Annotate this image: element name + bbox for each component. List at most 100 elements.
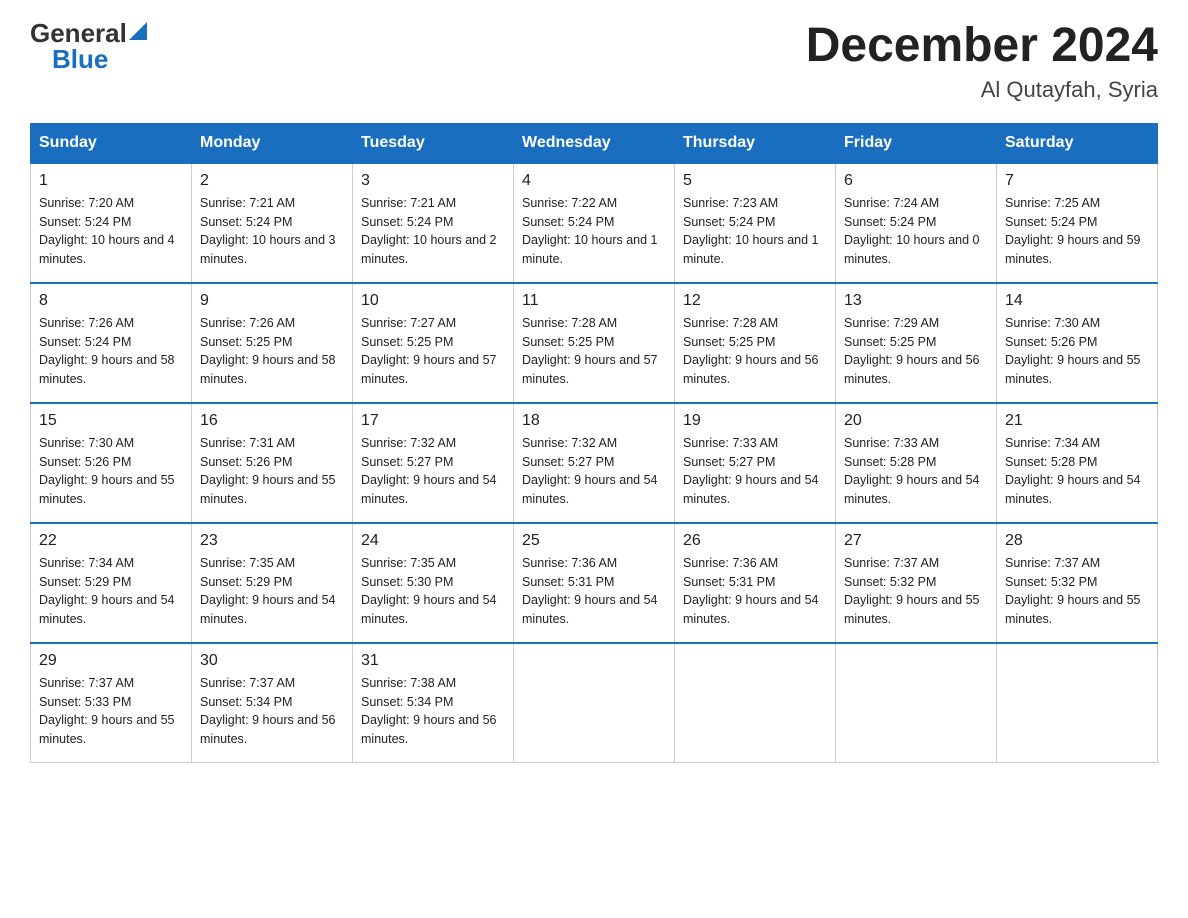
calendar-week-3: 15 Sunrise: 7:30 AM Sunset: 5:26 PM Dayl… (31, 403, 1158, 523)
calendar-cell: 9 Sunrise: 7:26 AM Sunset: 5:25 PM Dayli… (192, 283, 353, 403)
calendar-cell: 26 Sunrise: 7:36 AM Sunset: 5:31 PM Dayl… (675, 523, 836, 643)
day-info: Sunrise: 7:28 AM Sunset: 5:25 PM Dayligh… (683, 314, 827, 389)
day-info: Sunrise: 7:22 AM Sunset: 5:24 PM Dayligh… (522, 194, 666, 269)
calendar-week-1: 1 Sunrise: 7:20 AM Sunset: 5:24 PM Dayli… (31, 163, 1158, 283)
page-header: General Blue December 2024 Al Qutayfah, … (30, 20, 1158, 103)
day-info: Sunrise: 7:36 AM Sunset: 5:31 PM Dayligh… (683, 554, 827, 629)
day-info: Sunrise: 7:34 AM Sunset: 5:28 PM Dayligh… (1005, 434, 1149, 509)
day-number: 29 (39, 652, 183, 670)
calendar-cell: 4 Sunrise: 7:22 AM Sunset: 5:24 PM Dayli… (514, 163, 675, 283)
day-number: 5 (683, 172, 827, 190)
day-number: 22 (39, 532, 183, 550)
calendar-cell: 2 Sunrise: 7:21 AM Sunset: 5:24 PM Dayli… (192, 163, 353, 283)
col-monday: Monday (192, 123, 353, 163)
day-info: Sunrise: 7:23 AM Sunset: 5:24 PM Dayligh… (683, 194, 827, 269)
day-number: 31 (361, 652, 505, 670)
day-number: 7 (1005, 172, 1149, 190)
title-section: December 2024 Al Qutayfah, Syria (806, 20, 1158, 103)
day-info: Sunrise: 7:33 AM Sunset: 5:28 PM Dayligh… (844, 434, 988, 509)
col-saturday: Saturday (997, 123, 1158, 163)
day-number: 28 (1005, 532, 1149, 550)
day-number: 3 (361, 172, 505, 190)
day-number: 19 (683, 412, 827, 430)
calendar-cell (675, 643, 836, 763)
day-number: 9 (200, 292, 344, 310)
day-info: Sunrise: 7:21 AM Sunset: 5:24 PM Dayligh… (200, 194, 344, 269)
logo-triangle-icon (129, 22, 147, 40)
calendar-cell: 5 Sunrise: 7:23 AM Sunset: 5:24 PM Dayli… (675, 163, 836, 283)
day-info: Sunrise: 7:24 AM Sunset: 5:24 PM Dayligh… (844, 194, 988, 269)
day-number: 2 (200, 172, 344, 190)
calendar-cell: 13 Sunrise: 7:29 AM Sunset: 5:25 PM Dayl… (836, 283, 997, 403)
day-number: 18 (522, 412, 666, 430)
calendar-cell: 21 Sunrise: 7:34 AM Sunset: 5:28 PM Dayl… (997, 403, 1158, 523)
day-number: 25 (522, 532, 666, 550)
calendar-cell: 14 Sunrise: 7:30 AM Sunset: 5:26 PM Dayl… (997, 283, 1158, 403)
calendar-cell: 17 Sunrise: 7:32 AM Sunset: 5:27 PM Dayl… (353, 403, 514, 523)
calendar-cell: 12 Sunrise: 7:28 AM Sunset: 5:25 PM Dayl… (675, 283, 836, 403)
day-number: 20 (844, 412, 988, 430)
day-info: Sunrise: 7:32 AM Sunset: 5:27 PM Dayligh… (522, 434, 666, 509)
calendar-cell: 27 Sunrise: 7:37 AM Sunset: 5:32 PM Dayl… (836, 523, 997, 643)
day-info: Sunrise: 7:28 AM Sunset: 5:25 PM Dayligh… (522, 314, 666, 389)
day-info: Sunrise: 7:30 AM Sunset: 5:26 PM Dayligh… (1005, 314, 1149, 389)
day-info: Sunrise: 7:35 AM Sunset: 5:29 PM Dayligh… (200, 554, 344, 629)
header-row: Sunday Monday Tuesday Wednesday Thursday… (31, 123, 1158, 163)
day-info: Sunrise: 7:37 AM Sunset: 5:34 PM Dayligh… (200, 674, 344, 749)
col-sunday: Sunday (31, 123, 192, 163)
calendar-body: 1 Sunrise: 7:20 AM Sunset: 5:24 PM Dayli… (31, 163, 1158, 763)
day-number: 1 (39, 172, 183, 190)
day-number: 26 (683, 532, 827, 550)
calendar-cell: 1 Sunrise: 7:20 AM Sunset: 5:24 PM Dayli… (31, 163, 192, 283)
calendar-cell (836, 643, 997, 763)
calendar-cell: 11 Sunrise: 7:28 AM Sunset: 5:25 PM Dayl… (514, 283, 675, 403)
calendar-cell: 28 Sunrise: 7:37 AM Sunset: 5:32 PM Dayl… (997, 523, 1158, 643)
day-info: Sunrise: 7:34 AM Sunset: 5:29 PM Dayligh… (39, 554, 183, 629)
day-info: Sunrise: 7:25 AM Sunset: 5:24 PM Dayligh… (1005, 194, 1149, 269)
day-number: 8 (39, 292, 183, 310)
logo: General Blue (30, 20, 147, 72)
calendar-cell: 30 Sunrise: 7:37 AM Sunset: 5:34 PM Dayl… (192, 643, 353, 763)
day-info: Sunrise: 7:37 AM Sunset: 5:33 PM Dayligh… (39, 674, 183, 749)
day-info: Sunrise: 7:33 AM Sunset: 5:27 PM Dayligh… (683, 434, 827, 509)
col-friday: Friday (836, 123, 997, 163)
col-tuesday: Tuesday (353, 123, 514, 163)
calendar-cell (514, 643, 675, 763)
calendar-header: Sunday Monday Tuesday Wednesday Thursday… (31, 123, 1158, 163)
calendar-week-4: 22 Sunrise: 7:34 AM Sunset: 5:29 PM Dayl… (31, 523, 1158, 643)
calendar-table: Sunday Monday Tuesday Wednesday Thursday… (30, 123, 1158, 764)
subtitle: Al Qutayfah, Syria (806, 77, 1158, 103)
day-info: Sunrise: 7:29 AM Sunset: 5:25 PM Dayligh… (844, 314, 988, 389)
day-number: 11 (522, 292, 666, 310)
day-info: Sunrise: 7:30 AM Sunset: 5:26 PM Dayligh… (39, 434, 183, 509)
calendar-cell: 15 Sunrise: 7:30 AM Sunset: 5:26 PM Dayl… (31, 403, 192, 523)
day-info: Sunrise: 7:38 AM Sunset: 5:34 PM Dayligh… (361, 674, 505, 749)
logo-blue-text: Blue (52, 46, 108, 72)
day-number: 4 (522, 172, 666, 190)
day-number: 6 (844, 172, 988, 190)
logo-general-text: General (30, 20, 127, 46)
day-info: Sunrise: 7:20 AM Sunset: 5:24 PM Dayligh… (39, 194, 183, 269)
calendar-cell: 25 Sunrise: 7:36 AM Sunset: 5:31 PM Dayl… (514, 523, 675, 643)
day-number: 23 (200, 532, 344, 550)
day-info: Sunrise: 7:21 AM Sunset: 5:24 PM Dayligh… (361, 194, 505, 269)
day-number: 15 (39, 412, 183, 430)
day-number: 10 (361, 292, 505, 310)
day-number: 30 (200, 652, 344, 670)
day-number: 13 (844, 292, 988, 310)
day-info: Sunrise: 7:37 AM Sunset: 5:32 PM Dayligh… (844, 554, 988, 629)
day-info: Sunrise: 7:36 AM Sunset: 5:31 PM Dayligh… (522, 554, 666, 629)
day-number: 27 (844, 532, 988, 550)
day-info: Sunrise: 7:32 AM Sunset: 5:27 PM Dayligh… (361, 434, 505, 509)
day-number: 21 (1005, 412, 1149, 430)
calendar-cell: 10 Sunrise: 7:27 AM Sunset: 5:25 PM Dayl… (353, 283, 514, 403)
day-number: 17 (361, 412, 505, 430)
day-number: 24 (361, 532, 505, 550)
col-wednesday: Wednesday (514, 123, 675, 163)
calendar-cell: 18 Sunrise: 7:32 AM Sunset: 5:27 PM Dayl… (514, 403, 675, 523)
calendar-cell: 22 Sunrise: 7:34 AM Sunset: 5:29 PM Dayl… (31, 523, 192, 643)
day-info: Sunrise: 7:27 AM Sunset: 5:25 PM Dayligh… (361, 314, 505, 389)
calendar-cell: 24 Sunrise: 7:35 AM Sunset: 5:30 PM Dayl… (353, 523, 514, 643)
day-number: 16 (200, 412, 344, 430)
calendar-cell: 16 Sunrise: 7:31 AM Sunset: 5:26 PM Dayl… (192, 403, 353, 523)
